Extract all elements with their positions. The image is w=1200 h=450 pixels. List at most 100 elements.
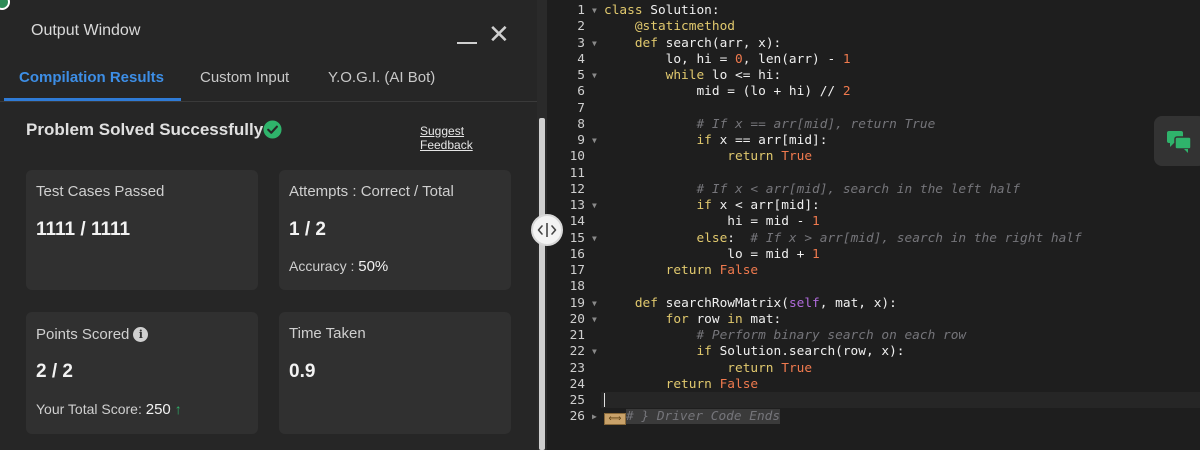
arrow-up-icon: ↑ xyxy=(174,401,182,417)
attempts-card: Attempts : Correct / Total 1 / 2 Accurac… xyxy=(279,170,511,290)
line-number: 7 xyxy=(577,100,585,116)
chat-icon[interactable] xyxy=(1154,116,1200,166)
code-token: if xyxy=(696,344,712,360)
minimize-icon[interactable] xyxy=(456,26,478,46)
output-scrollbar[interactable] xyxy=(539,118,545,450)
accuracy-label: Accuracy : xyxy=(289,258,355,274)
code-token: lo, hi = xyxy=(604,51,735,67)
code-line: def search(arr, x): xyxy=(604,36,781,52)
code-line: # Perform binary search on each row xyxy=(604,328,966,344)
code-token: return xyxy=(665,376,712,392)
line-number: 6 xyxy=(577,84,585,100)
fold-toggle-icon[interactable]: ▼ xyxy=(592,198,600,214)
code-line: for row in mat: xyxy=(604,311,782,328)
fold-toggle-icon[interactable]: ▼ xyxy=(592,3,600,19)
line-number: 5 xyxy=(577,68,585,83)
status-row: Problem Solved Successfully Suggest Feed… xyxy=(26,118,516,152)
fold-toggle-icon[interactable]: ▶ xyxy=(592,409,600,425)
check-circle-icon xyxy=(263,120,282,139)
code-token: Solution.search(row, x): xyxy=(711,344,905,360)
points-value: 2 / 2 xyxy=(36,361,73,382)
points-label: Points Scored xyxy=(36,326,130,343)
line-number: 12 xyxy=(569,181,585,197)
code-token: return xyxy=(727,149,774,165)
total-score-label: Your Total Score: xyxy=(36,401,142,417)
split-handle-icon[interactable] xyxy=(531,214,563,246)
attempts-label: Attempts : Correct / Total xyxy=(289,183,454,200)
code-token: if xyxy=(696,133,712,148)
tab-compilation-results[interactable]: Compilation Results xyxy=(19,69,164,86)
fold-toggle-icon[interactable]: ▼ xyxy=(592,296,600,312)
line-number: 13 xyxy=(569,198,585,213)
code-editor[interactable]: 1 ▼ 2 3 ▼ 4 5 ▼ 6 7 8 9 ▼ 10 11 12 13 ▼ 14 15 ▼ 16 17 18 19 ▼ 20 ▼ 2… xyxy=(549,0,1200,450)
code-token: row xyxy=(688,311,728,327)
tab-custom-input[interactable]: Custom Input xyxy=(200,69,289,86)
line-number: 1 xyxy=(577,3,585,18)
code-line: else: # If x > arr[mid], search in the r… xyxy=(604,230,1082,247)
code-token: False xyxy=(719,376,759,392)
fold-toggle-icon[interactable]: ▼ xyxy=(592,312,600,328)
code-token: lo <= hi: xyxy=(704,68,782,83)
line-number: 2 xyxy=(577,19,585,35)
code-line: if Solution.search(row, x): xyxy=(604,344,905,360)
code-line: return True xyxy=(604,149,812,165)
close-icon[interactable]: ✕ xyxy=(488,21,510,47)
fold-toggle-icon[interactable]: ▼ xyxy=(592,133,600,149)
status-message: Problem Solved Successfully xyxy=(26,120,264,139)
code-token: lo = mid + xyxy=(604,246,813,262)
tab-yogi-ai-bot[interactable]: Y.O.G.I. (AI Bot) xyxy=(328,69,435,86)
code-line: # If x < arr[mid], search in the left ha… xyxy=(604,182,1020,198)
accuracy-value: 50% xyxy=(358,258,389,275)
line-number: 17 xyxy=(569,263,585,278)
line-number: 22 xyxy=(569,344,585,360)
time-label: Time Taken xyxy=(289,325,366,342)
code-line: hi = mid - 1 xyxy=(604,214,819,230)
code-token: # } Driver Code Ends xyxy=(626,409,781,425)
code-token: # If x > arr[mid], search in the right h… xyxy=(750,230,1082,246)
code-line: ⟺ # } Driver Code Ends xyxy=(604,409,781,426)
code-token: for xyxy=(665,311,689,327)
test-cases-value: 1111 / 1111 xyxy=(36,219,131,240)
suggest-feedback-link[interactable]: Suggest Feedback xyxy=(420,124,516,152)
active-line-highlight xyxy=(601,392,1200,409)
line-number: 25 xyxy=(569,393,585,408)
line-number: 10 xyxy=(569,149,585,165)
accuracy-row: Accuracy : 50% xyxy=(289,258,388,275)
code-token: 1 xyxy=(842,51,851,67)
output-header: Output Window ✕ xyxy=(0,0,537,62)
code-line: return False xyxy=(604,263,758,279)
fold-toggle-icon[interactable]: ▼ xyxy=(592,344,600,360)
code-token: True xyxy=(781,149,813,165)
code-token: searchRowMatrix( xyxy=(657,295,789,311)
code-token: , len(arr) - xyxy=(742,51,843,67)
test-cases-card: Test Cases Passed 1111 / 1111 xyxy=(26,170,258,290)
fold-toggle-icon[interactable]: ▼ xyxy=(592,68,600,84)
line-number: 24 xyxy=(569,376,585,392)
line-number: 9 xyxy=(577,133,585,148)
line-number: 23 xyxy=(569,360,585,376)
output-window-title: Output Window xyxy=(31,22,141,39)
time-value: 0.9 xyxy=(289,361,316,382)
output-tabs: Compilation Results Custom Input Y.O.G.I… xyxy=(0,62,537,102)
code-token: , mat, x): xyxy=(819,295,897,311)
code-token: hi = mid - xyxy=(604,214,813,230)
code-token: return xyxy=(665,263,712,278)
total-score-row: Your Total Score: 250 ↑ xyxy=(36,401,182,418)
line-number: 16 xyxy=(569,246,585,262)
code-line: # If x == arr[mid], return True xyxy=(604,117,935,133)
line-number: 26 xyxy=(569,409,585,425)
fold-toggle-icon[interactable]: ▼ xyxy=(592,36,600,52)
fold-toggle-icon[interactable]: ▼ xyxy=(592,231,600,247)
info-icon[interactable]: i xyxy=(133,327,149,342)
